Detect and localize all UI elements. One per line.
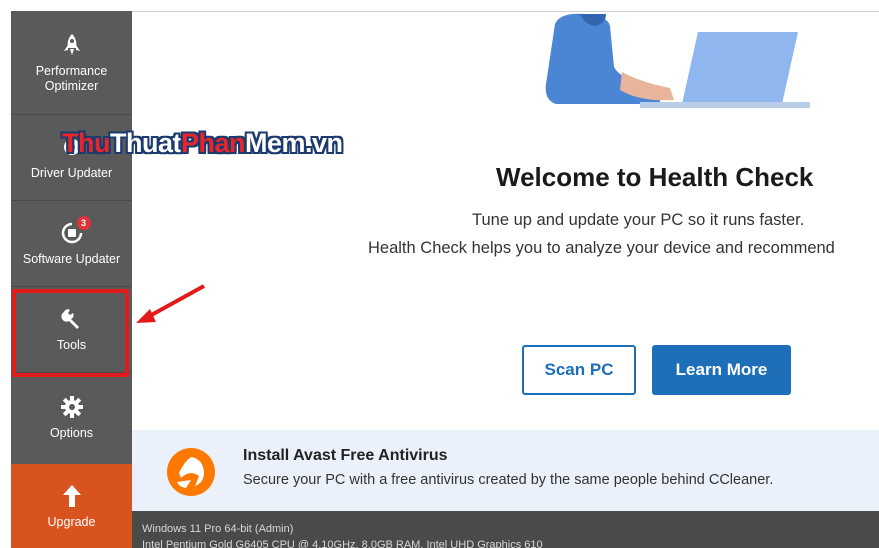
sidebar-item-label: Driver Updater [30,166,113,180]
status-bar: Windows 11 Pro 64-bit (Admin) Intel Pent… [132,511,879,548]
sidebar-item-software-updater[interactable]: 3 Software Updater [11,201,132,287]
refresh-icon: 3 [59,216,91,246]
banner-text: Secure your PC with a free antivirus cre… [243,472,774,488]
sidebar-item-label: Software Updater [22,252,121,266]
page-title: Welcome to Health Check [496,162,814,192]
banner-title: Install Avast Free Antivirus [243,447,448,464]
upgrade-label: Upgrade [47,515,96,529]
subtitle-line-2: Health Check helps you to analyze your d… [368,239,835,257]
gear-icon [59,394,85,420]
sidebar-item-label: Options [49,425,94,440]
subtitle-line-1: Tune up and update your PC so it runs fa… [472,211,805,229]
update-count-badge: 3 [76,216,91,230]
sidebar-item-options[interactable]: Options [11,374,132,460]
tools-highlight-box [12,289,129,377]
red-arrow-annotation [136,284,205,323]
site-watermark: ThuThuatPhanMem.vn [62,128,343,158]
sidebar: Performance Optimizer Driver Updater 3 So… [11,11,132,548]
scan-pc-button[interactable]: Scan PC [522,345,636,395]
rocket-icon [59,32,85,58]
upgrade-button[interactable]: Upgrade [11,464,132,548]
avast-promo-banner[interactable] [132,430,879,511]
sidebar-item-label: Performance [35,63,108,78]
sidebar-item-label: Optimizer [44,78,99,93]
person-laptop-illustration [545,13,810,108]
arrow-up-icon [59,483,85,509]
os-info: Windows 11 Pro 64-bit (Admin) [142,523,294,535]
hardware-info: Intel Pentium Gold G6405 CPU @ 4.10GHz, … [142,539,543,548]
avast-logo-icon [167,448,215,496]
learn-more-button[interactable]: Learn More [652,345,791,395]
sidebar-item-performance-optimizer[interactable]: Performance Optimizer [11,11,132,115]
